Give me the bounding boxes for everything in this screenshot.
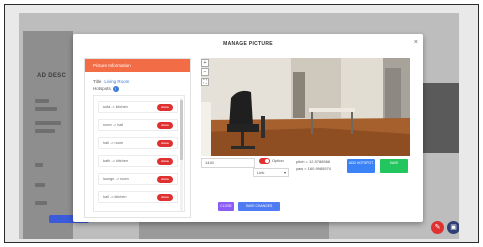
close-icon[interactable]: × bbox=[414, 39, 418, 46]
background-field bbox=[35, 107, 57, 111]
room-photo bbox=[201, 58, 410, 156]
delete-button[interactable]: delete bbox=[157, 158, 173, 165]
hotspot-type-select[interactable]: Link ▾ bbox=[253, 168, 289, 177]
save-changes-button[interactable]: SAVE CHANGES bbox=[238, 202, 280, 211]
picture-info-panel: Picture Information Title Living Room Hot… bbox=[84, 58, 191, 218]
background-field bbox=[35, 163, 43, 167]
delete-button[interactable]: delete bbox=[157, 104, 173, 111]
zoom-out-button[interactable]: − bbox=[201, 68, 209, 76]
list-item-label: hall -> room bbox=[103, 141, 124, 145]
background-field bbox=[35, 129, 55, 133]
hotspots-label: Hotspots bbox=[93, 86, 111, 92]
pencil-icon: ✎ bbox=[434, 224, 441, 231]
list-item[interactable]: bath -> kitchen delete bbox=[98, 155, 178, 167]
info-icon[interactable]: i bbox=[112, 86, 119, 92]
coordinate-input[interactable]: 1440 bbox=[201, 158, 255, 168]
hotspot-list: sofa -> kitchen delete room -> hall dele… bbox=[93, 95, 185, 212]
list-item[interactable]: hall -> kitchen delete bbox=[98, 191, 178, 203]
delete-button[interactable]: delete bbox=[157, 194, 173, 201]
panel-header: Picture Information bbox=[85, 59, 190, 72]
list-item-label: hall -> kitchen bbox=[103, 195, 127, 199]
title-value[interactable]: Living Room bbox=[104, 79, 129, 84]
background-stripe bbox=[139, 219, 329, 239]
toggle-knob bbox=[265, 159, 269, 163]
background-card bbox=[23, 31, 73, 239]
background-field bbox=[35, 121, 61, 125]
hotspots-row: Hotspots i bbox=[93, 86, 119, 92]
save-fab-button[interactable]: ▣ bbox=[447, 221, 459, 234]
edit-fab-button[interactable]: ✎ bbox=[431, 221, 444, 234]
panorama-viewer[interactable] bbox=[201, 58, 410, 156]
list-item-label: sofa -> kitchen bbox=[103, 105, 128, 109]
save-icon: ▣ bbox=[450, 224, 457, 231]
background-image bbox=[419, 83, 459, 153]
delete-button[interactable]: delete bbox=[157, 122, 173, 129]
title-row: Title Living Room bbox=[93, 79, 129, 84]
background-page-title: AD DESC bbox=[37, 73, 67, 79]
list-item[interactable]: sofa -> kitchen delete bbox=[98, 101, 178, 113]
list-item[interactable]: room -> hall delete bbox=[98, 119, 178, 131]
background-field bbox=[35, 183, 45, 187]
list-item[interactable]: lounge -> room delete bbox=[98, 173, 178, 185]
list-item-label: room -> hall bbox=[103, 123, 124, 127]
yaw-readout: yaw = 160.9985974 bbox=[296, 166, 332, 171]
add-hotspot-button[interactable]: ADD HOTSPOT bbox=[347, 159, 375, 173]
toggle-label: Option bbox=[272, 158, 284, 163]
select-value: Link bbox=[257, 170, 265, 175]
delete-button[interactable]: delete bbox=[157, 140, 173, 147]
fullscreen-button[interactable]: ⛶ bbox=[201, 78, 209, 86]
option-toggle[interactable] bbox=[259, 158, 270, 164]
background-field bbox=[35, 99, 49, 103]
save-hotspot-button[interactable]: SAVE bbox=[380, 159, 408, 173]
list-item-label: bath -> kitchen bbox=[103, 159, 129, 163]
title-label: Title bbox=[93, 79, 102, 84]
chevron-down-icon: ▾ bbox=[283, 170, 286, 175]
background-field bbox=[35, 201, 47, 205]
manage-picture-modal: MANAGE PICTURE × Picture Information Tit… bbox=[73, 34, 423, 222]
delete-button[interactable]: delete bbox=[157, 176, 173, 183]
zoom-in-button[interactable]: + bbox=[201, 59, 209, 67]
modal-title: MANAGE PICTURE bbox=[223, 41, 273, 47]
list-item[interactable]: hall -> room delete bbox=[98, 137, 178, 149]
close-button[interactable]: CLOSE bbox=[218, 202, 234, 211]
list-item-label: lounge -> room bbox=[103, 177, 129, 181]
scrollbar-thumb[interactable] bbox=[180, 100, 183, 160]
pitch-readout: pitch = 12.5788566 bbox=[296, 159, 331, 164]
screenshot-frame: AD DESC ✎ ▣ MANAGE PICTURE × Picture Inf… bbox=[4, 4, 479, 243]
